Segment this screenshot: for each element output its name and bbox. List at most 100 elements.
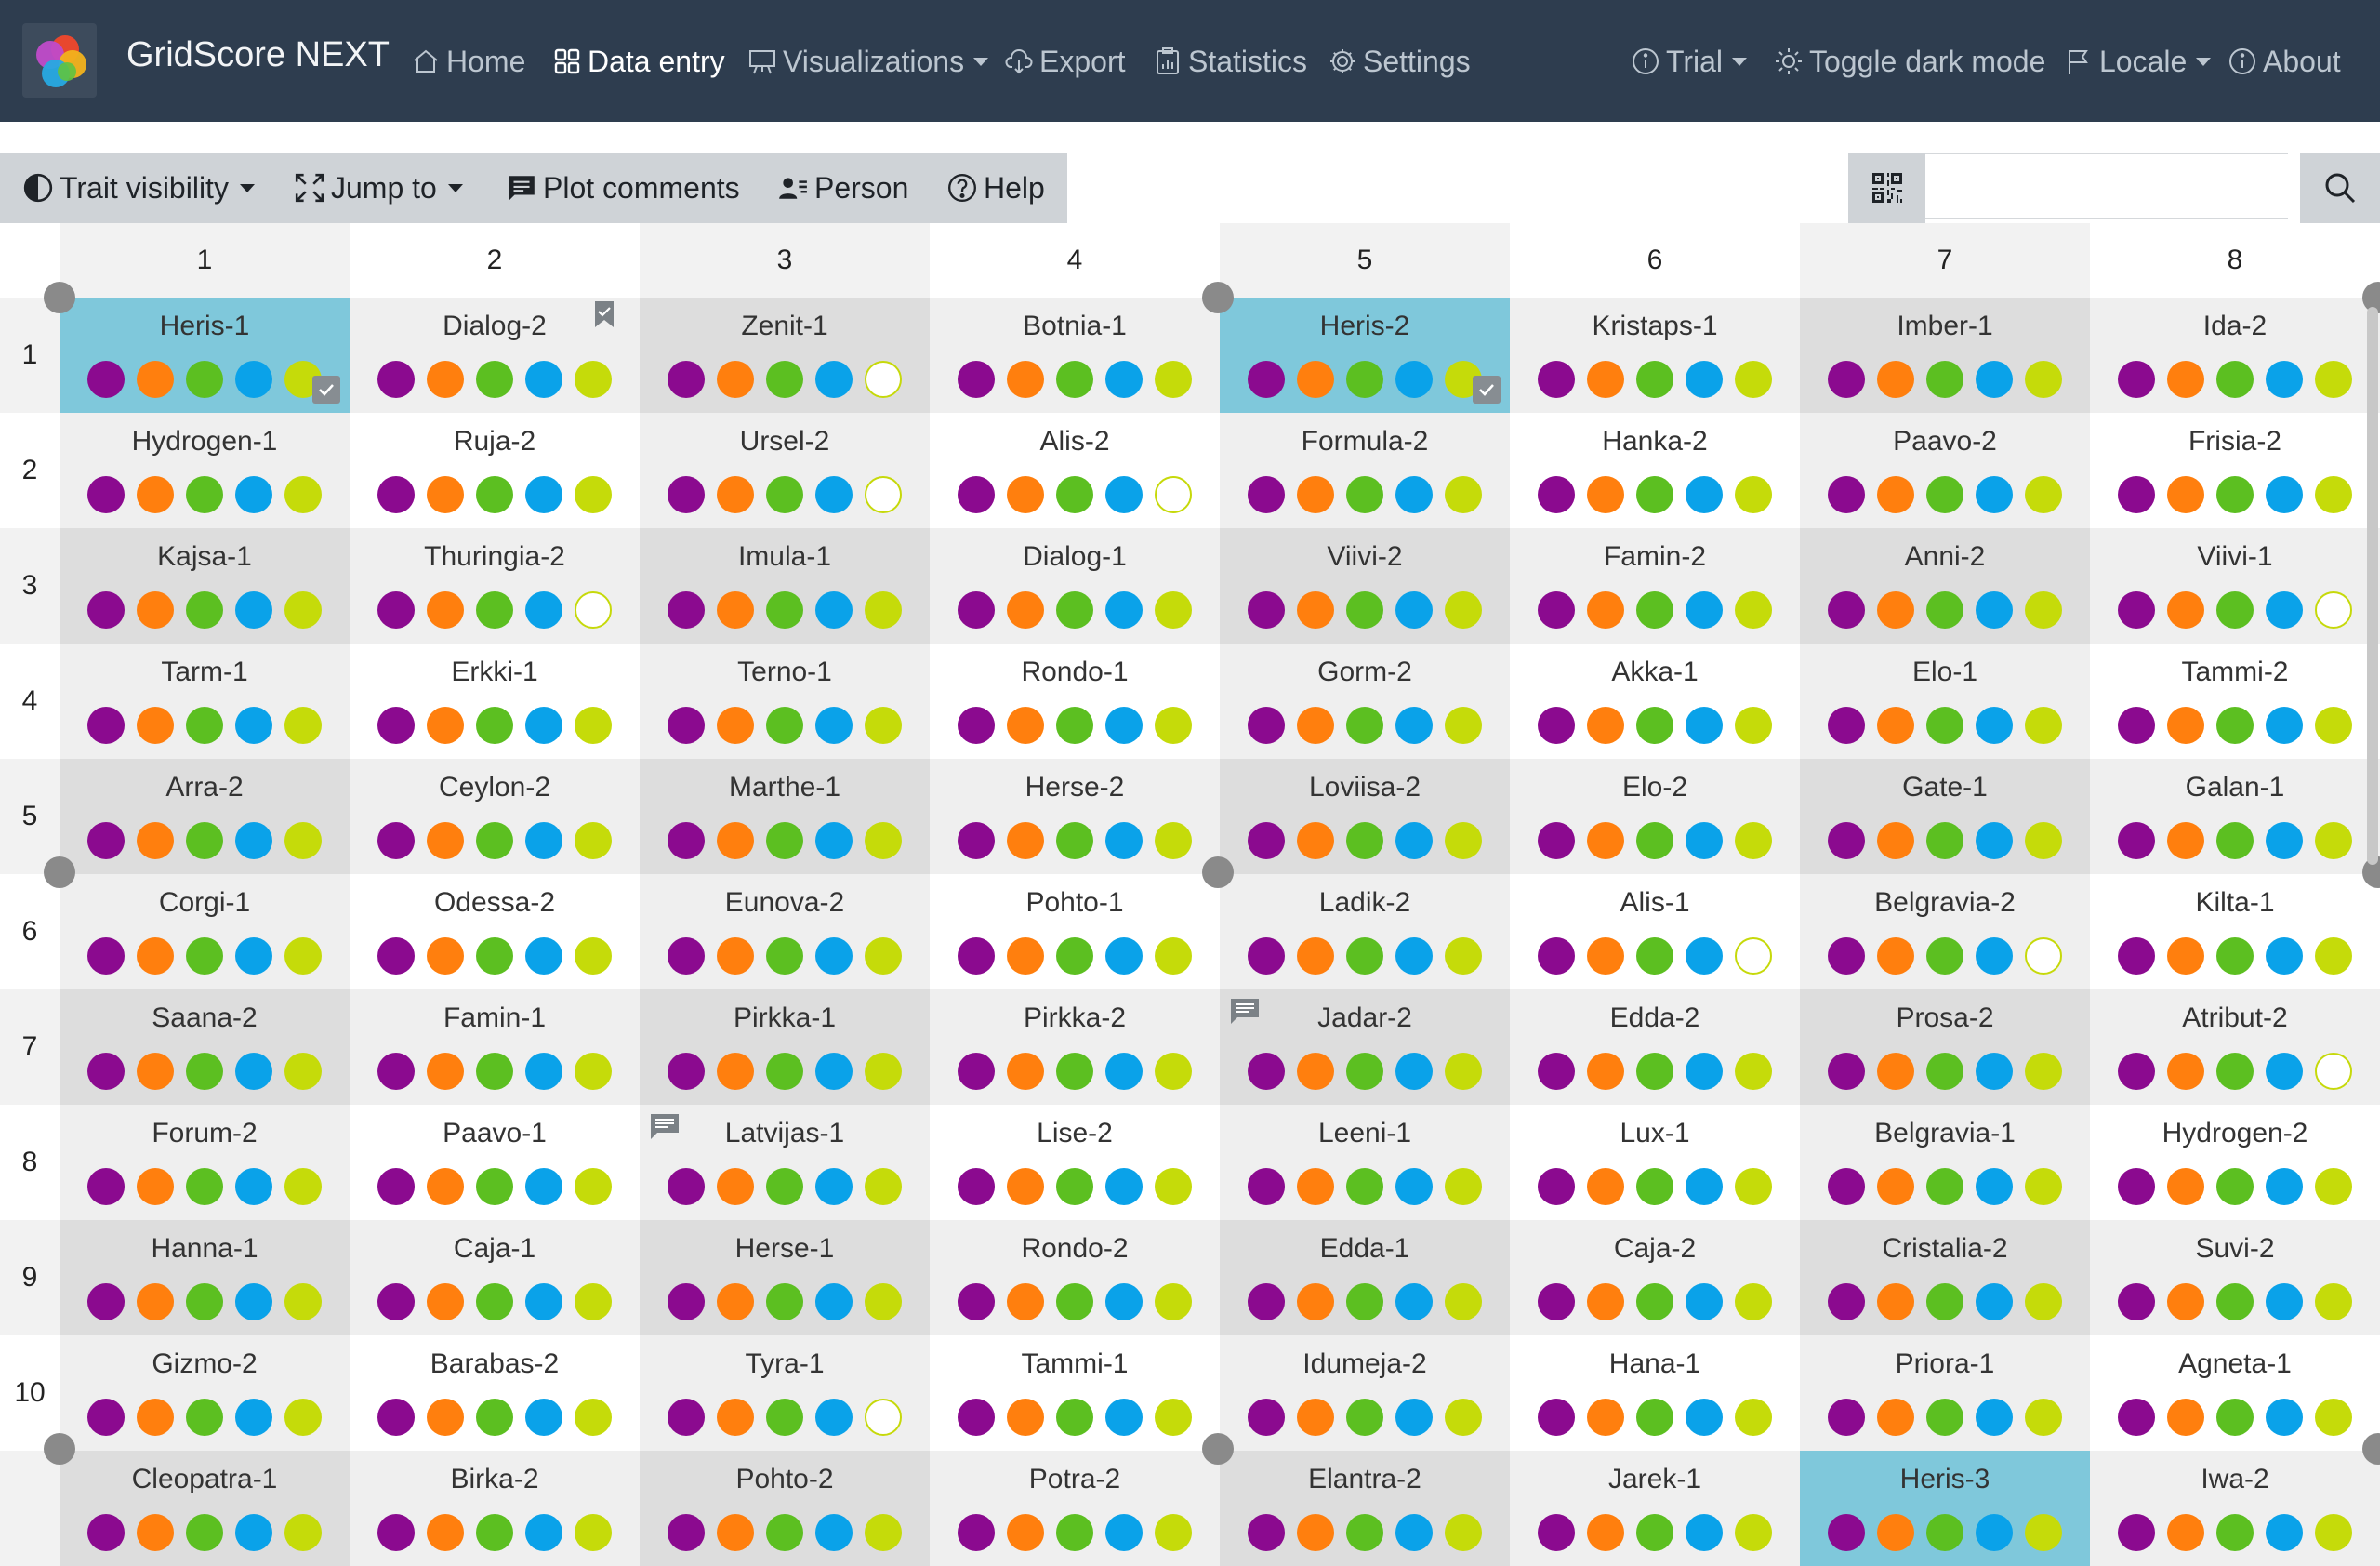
plot-cell[interactable]: Gate-1	[1800, 759, 2090, 874]
plot-cell[interactable]: Zenit-1	[640, 298, 930, 413]
plot-cell[interactable]: Gorm-2	[1220, 644, 1510, 759]
plot-cell[interactable]: Ursel-2	[640, 413, 930, 528]
plot-cell[interactable]: Hana-1	[1510, 1335, 1800, 1451]
plot-cell[interactable]: Kilta-1	[2090, 874, 2380, 989]
plot-cell[interactable]: Iwa-2	[2090, 1451, 2380, 1566]
nav-visualizations[interactable]: Visualizations	[747, 41, 989, 82]
plot-cell[interactable]: Heris-2	[1220, 298, 1510, 413]
plot-cell[interactable]: Leeni-1	[1220, 1105, 1510, 1220]
plot-cell[interactable]: Dialog-2	[350, 298, 640, 413]
plot-cell[interactable]: Pirkka-2	[930, 989, 1220, 1105]
nav-toggle-dark-mode[interactable]: Toggle dark mode	[1774, 41, 2045, 82]
plot-cell[interactable]: Viivi-1	[2090, 528, 2380, 644]
plot-cell[interactable]: Jarek-1	[1510, 1451, 1800, 1566]
plot-cell[interactable]: Heris-1	[60, 298, 350, 413]
gridscore-logo[interactable]	[22, 23, 97, 98]
plot-cell[interactable]: Akka-1	[1510, 644, 1800, 759]
search-button[interactable]	[2300, 153, 2380, 223]
plot-cell[interactable]: Ruja-2	[350, 413, 640, 528]
plot-cell[interactable]: Birka-2	[350, 1451, 640, 1566]
plot-cell[interactable]: Corgi-1	[60, 874, 350, 989]
plot-cell[interactable]: Priora-1	[1800, 1335, 2090, 1451]
plot-cell[interactable]: Herse-2	[930, 759, 1220, 874]
plot-cell[interactable]: Galan-1	[2090, 759, 2380, 874]
plot-cell[interactable]: Pirkka-1	[640, 989, 930, 1105]
plot-cell[interactable]: Alis-2	[930, 413, 1220, 528]
nav-data-entry[interactable]: Data entry	[552, 41, 725, 82]
nav-settings[interactable]: Settings	[1328, 41, 1471, 82]
vertical-scrollbar[interactable]	[2367, 307, 2378, 865]
plot-cell[interactable]: Frisia-2	[2090, 413, 2380, 528]
nav-statistics[interactable]: Statistics	[1153, 41, 1307, 82]
plot-cell[interactable]: Cleopatra-1	[60, 1451, 350, 1566]
plot-cell[interactable]: Caja-2	[1510, 1220, 1800, 1335]
plot-cell[interactable]: Anni-2	[1800, 528, 2090, 644]
nav-export[interactable]: Export	[1004, 41, 1125, 82]
plot-cell[interactable]: Tammi-1	[930, 1335, 1220, 1451]
plot-cell[interactable]: Belgravia-1	[1800, 1105, 2090, 1220]
plot-cell[interactable]: Caja-1	[350, 1220, 640, 1335]
plot-cell[interactable]: Idumeja-2	[1220, 1335, 1510, 1451]
plot-cell[interactable]: Suvi-2	[2090, 1220, 2380, 1335]
plot-cell[interactable]: Ida-2	[2090, 298, 2380, 413]
plot-cell[interactable]: Ladik-2	[1220, 874, 1510, 989]
plot-cell[interactable]: Hanka-2	[1510, 413, 1800, 528]
plot-cell[interactable]: Tammi-2	[2090, 644, 2380, 759]
plot-cell[interactable]: Pohto-1	[930, 874, 1220, 989]
nav-locale[interactable]: Locale	[2064, 41, 2212, 82]
plot-cell[interactable]: Loviisa-2	[1220, 759, 1510, 874]
plot-cell[interactable]: Prosa-2	[1800, 989, 2090, 1105]
plot-cell[interactable]: Barabas-2	[350, 1335, 640, 1451]
nav-trial[interactable]: Trial	[1631, 41, 1748, 82]
plot-cell[interactable]: Rondo-2	[930, 1220, 1220, 1335]
trait-visibility-button[interactable]: Trait visibility	[22, 153, 255, 223]
plot-cell[interactable]: Botnia-1	[930, 298, 1220, 413]
plot-cell[interactable]: Famin-2	[1510, 528, 1800, 644]
plot-cell[interactable]: Paavo-1	[350, 1105, 640, 1220]
nav-about[interactable]: About	[2228, 41, 2341, 82]
plot-cell[interactable]: Jadar-2	[1220, 989, 1510, 1105]
plot-cell[interactable]: Viivi-2	[1220, 528, 1510, 644]
plot-cell[interactable]: Rondo-1	[930, 644, 1220, 759]
plot-cell[interactable]: Arra-2	[60, 759, 350, 874]
help-button[interactable]: Help	[946, 153, 1045, 223]
plot-cell[interactable]: Agneta-1	[2090, 1335, 2380, 1451]
plot-cell[interactable]: Heris-3	[1800, 1451, 2090, 1566]
plot-cell[interactable]: Elantra-2	[1220, 1451, 1510, 1566]
plot-cell[interactable]: Ceylon-2	[350, 759, 640, 874]
plot-cell[interactable]: Tarm-1	[60, 644, 350, 759]
plot-cell[interactable]: Thuringia-2	[350, 528, 640, 644]
plot-cell[interactable]: Forum-2	[60, 1105, 350, 1220]
person-button[interactable]: Person	[777, 153, 908, 223]
plot-cell[interactable]: Kristaps-1	[1510, 298, 1800, 413]
plot-cell[interactable]: Marthe-1	[640, 759, 930, 874]
plot-cell[interactable]: Cristalia-2	[1800, 1220, 2090, 1335]
plot-cell[interactable]: Alis-1	[1510, 874, 1800, 989]
plot-cell[interactable]: Herse-1	[640, 1220, 930, 1335]
plot-cell[interactable]: Hydrogen-2	[2090, 1105, 2380, 1220]
plot-cell[interactable]: Terno-1	[640, 644, 930, 759]
plot-cell[interactable]: Eunova-2	[640, 874, 930, 989]
plot-cell[interactable]: Hanna-1	[60, 1220, 350, 1335]
plot-cell[interactable]: Erkki-1	[350, 644, 640, 759]
plot-cell[interactable]: Pohto-2	[640, 1451, 930, 1566]
plot-cell[interactable]: Famin-1	[350, 989, 640, 1105]
plot-cell[interactable]: Potra-2	[930, 1451, 1220, 1566]
plot-cell[interactable]: Lise-2	[930, 1105, 1220, 1220]
plot-cell[interactable]: Gizmo-2	[60, 1335, 350, 1451]
plot-cell[interactable]: Saana-2	[60, 989, 350, 1105]
plot-cell[interactable]: Dialog-1	[930, 528, 1220, 644]
plot-cell[interactable]: Latvijas-1	[640, 1105, 930, 1220]
plot-cell[interactable]: Elo-2	[1510, 759, 1800, 874]
plot-cell[interactable]: Formula-2	[1220, 413, 1510, 528]
plot-cell[interactable]: Odessa-2	[350, 874, 640, 989]
plot-cell[interactable]: Hydrogen-1	[60, 413, 350, 528]
app-title[interactable]: GridScore NEXT	[126, 35, 390, 75]
plot-cell[interactable]: Elo-1	[1800, 644, 2090, 759]
jump-to-button[interactable]: Jump to	[294, 153, 463, 223]
plot-cell[interactable]: Belgravia-2	[1800, 874, 2090, 989]
plot-cell[interactable]: Tyra-1	[640, 1335, 930, 1451]
plot-cell[interactable]: Edda-1	[1220, 1220, 1510, 1335]
plot-cell[interactable]: Lux-1	[1510, 1105, 1800, 1220]
plot-cell[interactable]: Kajsa-1	[60, 528, 350, 644]
